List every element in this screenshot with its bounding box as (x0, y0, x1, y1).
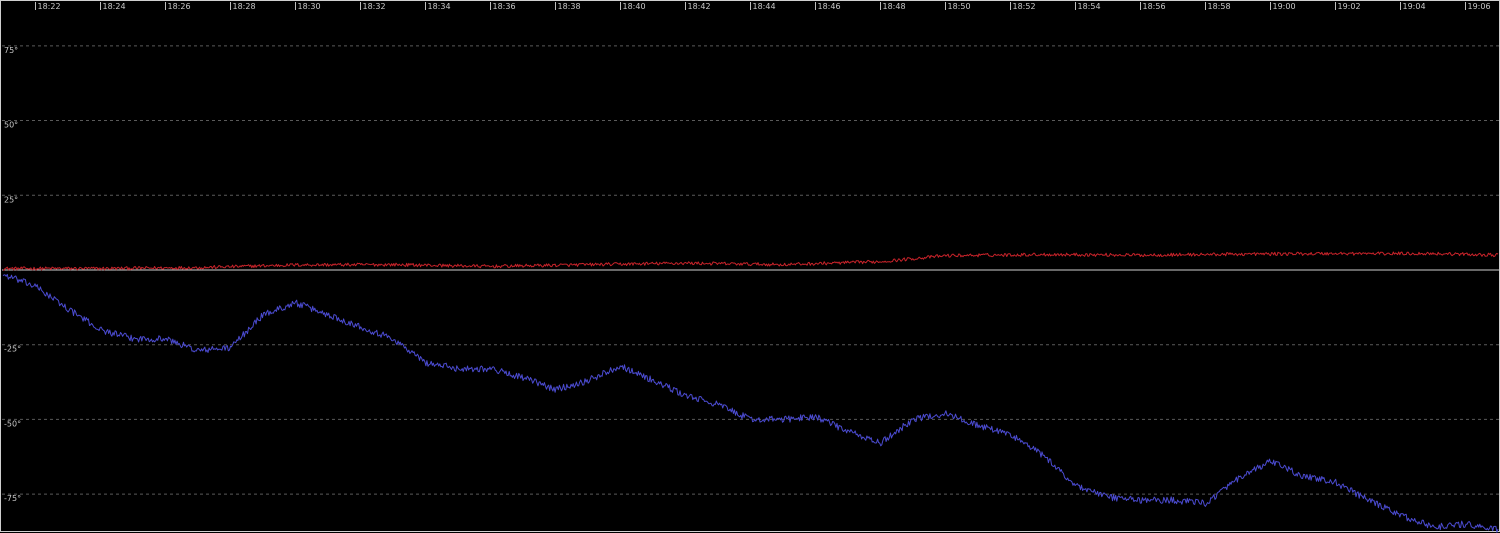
series-line (2, 273, 1499, 533)
x-tick-label: 18:38 (558, 2, 581, 11)
y-tick-label: -25° (4, 345, 21, 354)
x-tick-label: 18:50 (948, 2, 971, 11)
x-tick-label: 18:28 (233, 2, 256, 11)
x-tick-label: 19:06 (1468, 2, 1491, 11)
x-tick-label: 18:54 (1078, 2, 1101, 11)
line-chart: 75° 50° 25° -25° -50° -75° 18:22 18:24 18:26 18:2… (2, 2, 1500, 533)
series-line (3, 251, 1499, 271)
x-tick-label: 18:44 (753, 2, 776, 11)
chart-frame: 75° 50° 25° -25° -50° -75° 18:22 18:24 18:26 18:2… (0, 0, 1500, 533)
y-tick-label: -75° (4, 494, 21, 503)
x-tick-label: 18:34 (428, 2, 451, 11)
x-tick-label: 18:52 (1013, 2, 1036, 11)
x-tick-label: 18:42 (688, 2, 711, 11)
y-tick-label: 50° (4, 121, 18, 130)
x-tick-label: 18:26 (168, 2, 191, 11)
x-tick-label: 19:00 (1273, 2, 1296, 11)
x-tick-label: 18:24 (103, 2, 126, 11)
x-tick-label: 18:46 (818, 2, 841, 11)
y-tick-label: 25° (4, 195, 18, 204)
x-tick-label: 18:30 (298, 2, 321, 11)
x-tick-label: 19:04 (1403, 2, 1426, 11)
x-tick-label: 18:48 (883, 2, 906, 11)
x-tick-label: 18:32 (363, 2, 386, 11)
y-tick-label: -50° (4, 419, 21, 428)
x-tick-label: 18:22 (38, 2, 61, 11)
x-tick-label: 18:58 (1208, 2, 1231, 11)
x-tick-label: 19:02 (1338, 2, 1361, 11)
y-tick-label: 75° (4, 46, 18, 55)
x-tick-label: 18:56 (1143, 2, 1166, 11)
x-tick-label: 18:40 (623, 2, 646, 11)
x-tick-label: 18:36 (493, 2, 516, 11)
